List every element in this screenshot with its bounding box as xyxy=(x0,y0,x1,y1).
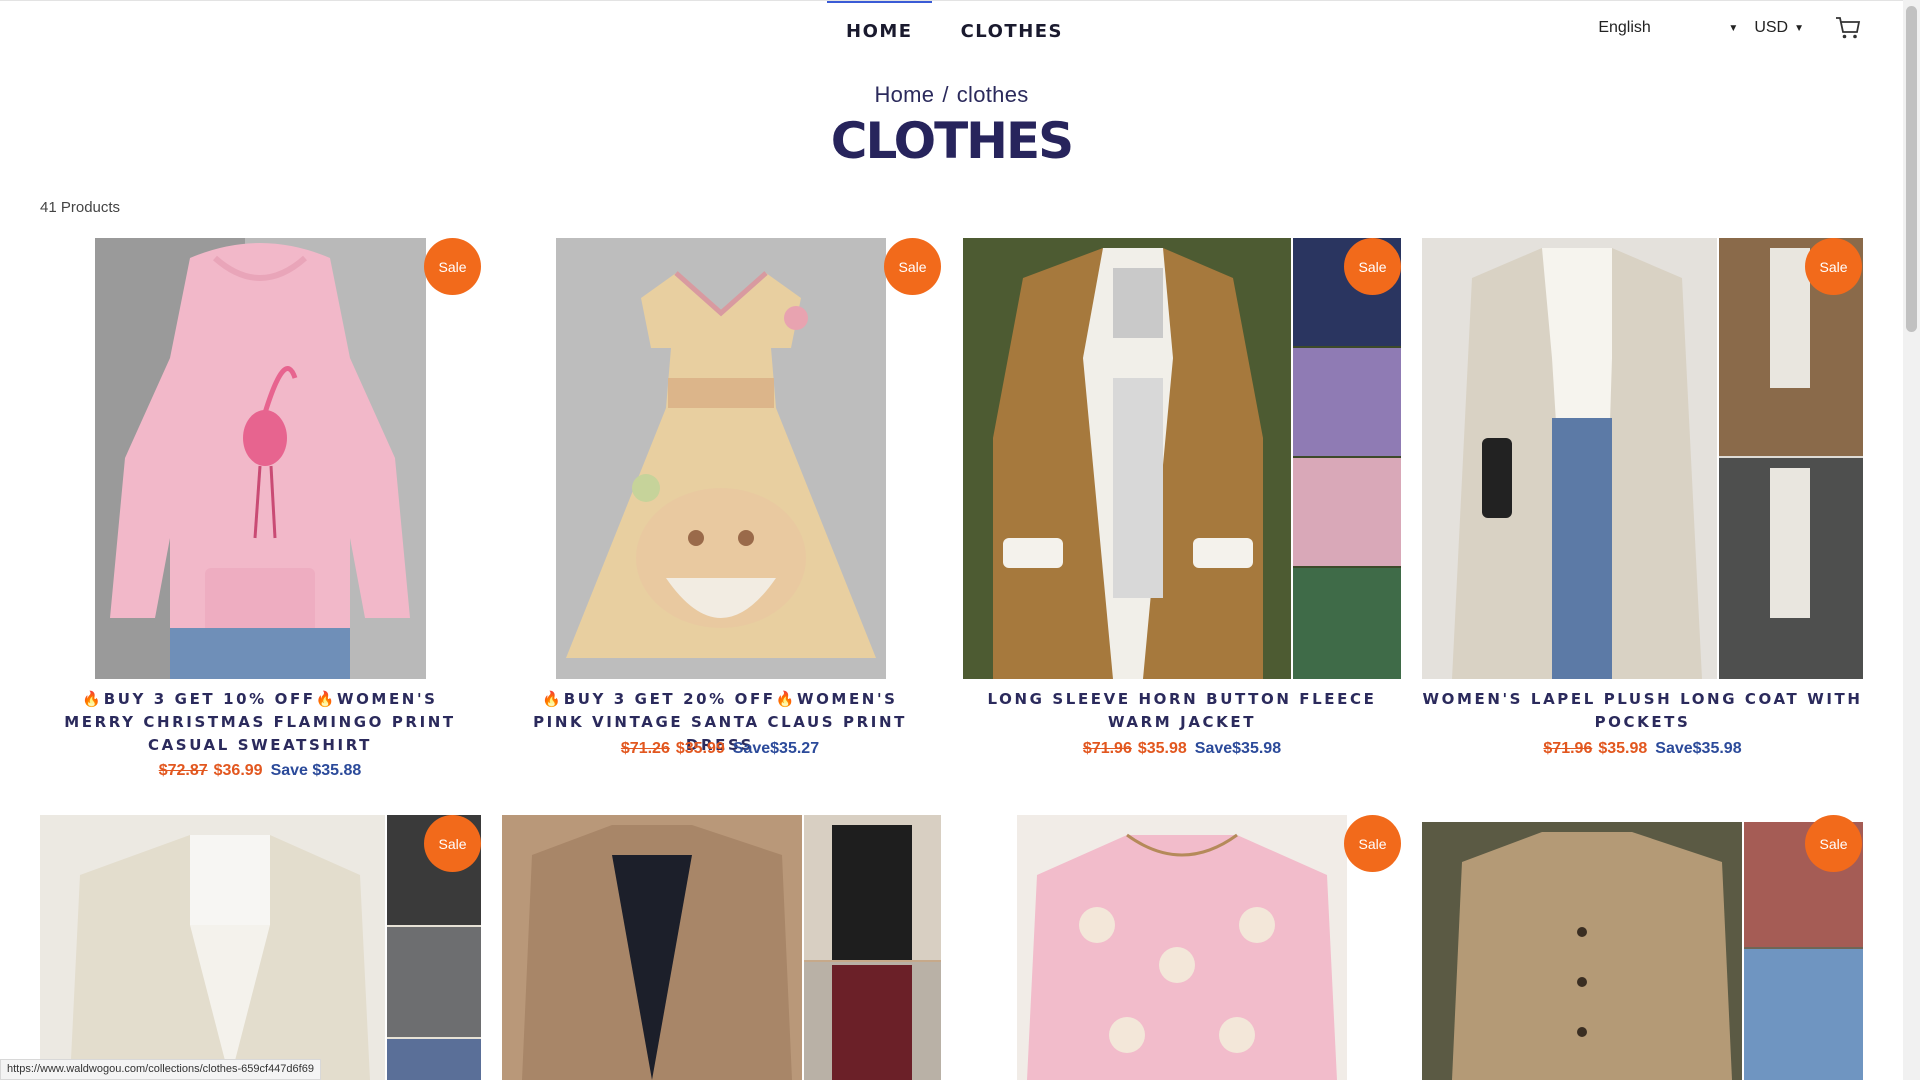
chevron-down-icon: ▼ xyxy=(1794,22,1804,34)
cart-icon[interactable] xyxy=(1834,14,1862,42)
sale-badge: Sale xyxy=(1805,815,1862,872)
breadcrumb-home[interactable]: Home xyxy=(874,82,934,107)
sale-badge: Sale xyxy=(424,238,481,295)
product-prices: $72.87 $36.99 Save $35.88 xyxy=(60,762,460,780)
product-image-illustration xyxy=(1422,238,1863,679)
product-image[interactable] xyxy=(556,238,886,679)
product-image-illustration xyxy=(556,238,886,679)
breadcrumb-current: clothes xyxy=(956,82,1029,107)
product-prices: $71.96 $35.98 Save$35.98 xyxy=(980,740,1384,758)
product-title-prefix: BUY 3 GET 20% OFF xyxy=(563,690,776,708)
product-image-illustration xyxy=(40,815,481,1080)
sale-badge: Sale xyxy=(1805,238,1862,295)
sale-badge: Sale xyxy=(424,815,481,872)
product-prices: $71.96 $35.98 Save$35.98 xyxy=(1422,740,1863,758)
product-image[interactable] xyxy=(1422,238,1863,679)
language-value: English xyxy=(1598,19,1651,36)
product-image-illustration xyxy=(963,238,1401,679)
breadcrumb: Home / clothes xyxy=(0,82,1903,108)
price-old: $71.26 xyxy=(620,740,670,757)
price-save: Save$35.98 xyxy=(1655,740,1742,757)
product-image-illustration xyxy=(95,238,426,679)
price-old: $72.87 xyxy=(158,762,208,779)
currency-value: USD xyxy=(1754,19,1789,36)
language-selector[interactable]: English ▼ xyxy=(1598,19,1738,37)
price-save: Save$35.98 xyxy=(1194,740,1282,757)
product-image[interactable] xyxy=(40,815,481,1080)
product-title[interactable]: WOMEN'S LAPEL PLUSH LONG COAT WITH POCKE… xyxy=(1422,688,1863,734)
product-image-illustration xyxy=(1422,822,1863,1080)
price-current: $36.99 xyxy=(213,762,263,779)
product-title[interactable]: LONG SLEEVE HORN BUTTON FLEECE WARM JACK… xyxy=(980,688,1384,734)
fire-icon: 🔥 xyxy=(775,690,797,708)
nav-home[interactable]: HOME xyxy=(827,0,932,42)
price-old: $71.96 xyxy=(1082,740,1132,757)
page-title: CLOTHES xyxy=(830,112,1074,170)
fire-icon: 🔥 xyxy=(542,690,564,708)
fire-icon: 🔥 xyxy=(82,690,104,708)
product-title[interactable]: 🔥BUY 3 GET 10% OFF🔥WOMEN'S MERRY CHRISTM… xyxy=(60,688,460,757)
product-title-text: WOMEN'S LAPEL PLUSH LONG COAT WITH POCKE… xyxy=(1422,690,1863,731)
product-image[interactable] xyxy=(95,238,426,679)
price-current: $35.98 xyxy=(1137,740,1187,757)
product-image[interactable] xyxy=(963,238,1401,679)
sale-badge: Sale xyxy=(1344,815,1401,872)
price-old: $71.96 xyxy=(1543,740,1593,757)
price-current: $35.99 xyxy=(675,740,725,757)
sale-badge: Sale xyxy=(1344,238,1401,295)
product-prices: $71.26 $35.99 Save$35.27 xyxy=(520,740,920,758)
chevron-down-icon: ▼ xyxy=(1728,22,1739,34)
product-image[interactable] xyxy=(1017,815,1347,1080)
header-actions: English ▼ USD ▼ xyxy=(1598,14,1862,42)
product-image-illustration xyxy=(502,815,941,1080)
product-count: 41 Products xyxy=(40,199,121,216)
status-bar-url: https://www.waldwogou.com/collections/cl… xyxy=(0,1059,321,1080)
product-image[interactable] xyxy=(502,815,941,1080)
currency-selector[interactable]: USD ▼ xyxy=(1754,19,1804,37)
product-image[interactable] xyxy=(1422,822,1863,1080)
header: HOME CLOTHES English ▼ USD ▼ xyxy=(0,0,1920,62)
price-save: Save $35.88 xyxy=(270,762,362,779)
sale-badge: Sale xyxy=(884,238,941,295)
breadcrumb-separator: / xyxy=(942,82,949,107)
product-image-illustration xyxy=(1017,815,1347,1080)
price-save: Save$35.27 xyxy=(732,740,820,757)
product-title-prefix: BUY 3 GET 10% OFF xyxy=(103,690,316,708)
fire-icon: 🔥 xyxy=(315,690,337,708)
product-title-text: LONG SLEEVE HORN BUTTON FLEECE WARM JACK… xyxy=(987,690,1377,731)
page-scrollbar[interactable] xyxy=(1903,0,1920,1080)
main-nav: HOME CLOTHES xyxy=(827,0,1069,62)
price-current: $35.98 xyxy=(1598,740,1648,757)
scrollbar-thumb[interactable] xyxy=(1906,6,1917,332)
nav-clothes[interactable]: CLOTHES xyxy=(955,21,1069,42)
